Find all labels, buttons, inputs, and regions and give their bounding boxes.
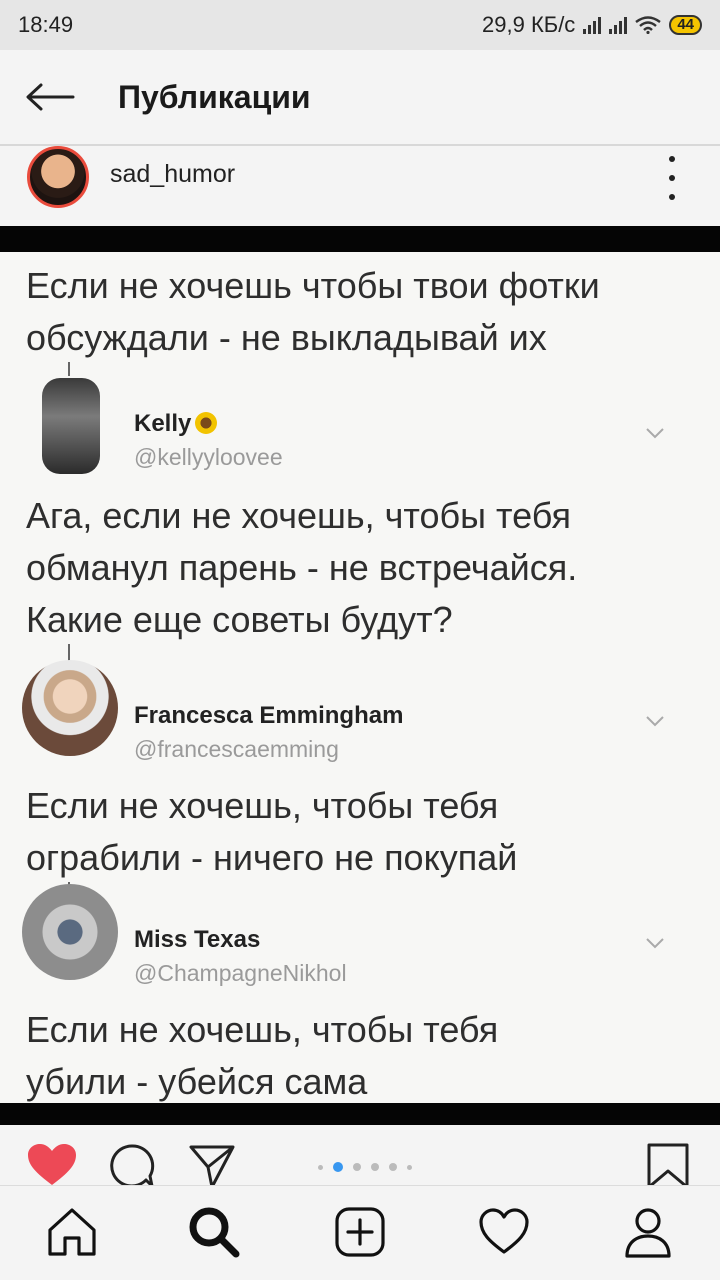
tweet-text: Если не хочешь чтобы твои фотки обсуждал…: [26, 265, 600, 358]
reply-text: Если не хочешь, чтобы тебя ограбили - ни…: [26, 785, 518, 878]
signal-icon: [583, 16, 602, 34]
reply-handle: @kellyyloovee: [134, 444, 283, 470]
carousel-dot: [389, 1163, 397, 1171]
more-dot: [669, 175, 675, 181]
like-button[interactable]: [26, 1143, 78, 1187]
status-time: 18:49: [18, 12, 74, 37]
home-icon[interactable]: [46, 1206, 98, 1258]
reply-name-text: Kelly: [134, 410, 192, 437]
post-actions: [0, 1125, 720, 1189]
more-dot: [669, 194, 675, 200]
reply-handle: @francescaemming: [134, 736, 339, 762]
chevron-down-icon: [646, 716, 664, 727]
author-avatar[interactable]: [27, 146, 89, 208]
sunflower-icon: [195, 412, 218, 434]
reply-text: Если не хочешь, чтобы тебя убили - убейс…: [26, 1009, 499, 1102]
carousel-dot: [407, 1164, 412, 1170]
share-button[interactable]: [188, 1143, 236, 1189]
post-header: sad_humor: [0, 146, 720, 226]
reply-name: Kelly: [134, 410, 218, 438]
status-bar: 18:49 29,9 КБ/с 44: [0, 0, 720, 50]
signal-icon-2: [609, 16, 628, 34]
save-button[interactable]: [646, 1143, 690, 1189]
reply-avatar: [22, 884, 118, 980]
carousel-dot: [371, 1163, 379, 1171]
activity-heart-icon[interactable]: [478, 1206, 530, 1258]
reply-text: Ага, если не хочешь, чтобы тебя обманул …: [26, 495, 578, 640]
network-speed: 29,9 КБ/с: [482, 12, 576, 37]
bottom-navigation: [0, 1185, 720, 1280]
profile-icon[interactable]: [622, 1206, 674, 1258]
carousel-indicator: [318, 1162, 412, 1172]
comment-button[interactable]: [108, 1143, 156, 1189]
search-icon[interactable]: [188, 1206, 240, 1258]
wifi-icon: [635, 16, 662, 34]
chevron-down-icon: [646, 428, 664, 439]
thread-line: [68, 362, 70, 376]
carousel-dot-active: [333, 1162, 343, 1172]
app-bar: Публикации: [0, 50, 720, 146]
battery-icon: 44: [669, 15, 702, 35]
page-title: Публикации: [118, 78, 311, 115]
status-indicators: 29,9 КБ/с 44: [482, 12, 702, 38]
reply-name: Miss Texas: [134, 926, 261, 953]
add-post-icon[interactable]: [334, 1206, 386, 1258]
author-username[interactable]: sad_humor: [110, 160, 235, 189]
more-vertical-icon: [669, 156, 675, 162]
chevron-down-icon: [646, 938, 664, 949]
back-button[interactable]: [0, 49, 100, 145]
reply-avatar: [42, 378, 100, 474]
carousel-dot: [353, 1163, 361, 1171]
post-image[interactable]: Если не хочешь чтобы твои фотки обсуждал…: [0, 226, 720, 1125]
carousel-dot: [318, 1164, 323, 1170]
more-options-button[interactable]: [660, 156, 684, 200]
reply-avatar: [22, 660, 118, 756]
reply-handle: @ChampagneNikhol: [134, 960, 347, 986]
reply-name: Francesca Emmingham: [134, 702, 404, 729]
arrow-left-icon: [26, 83, 75, 111]
